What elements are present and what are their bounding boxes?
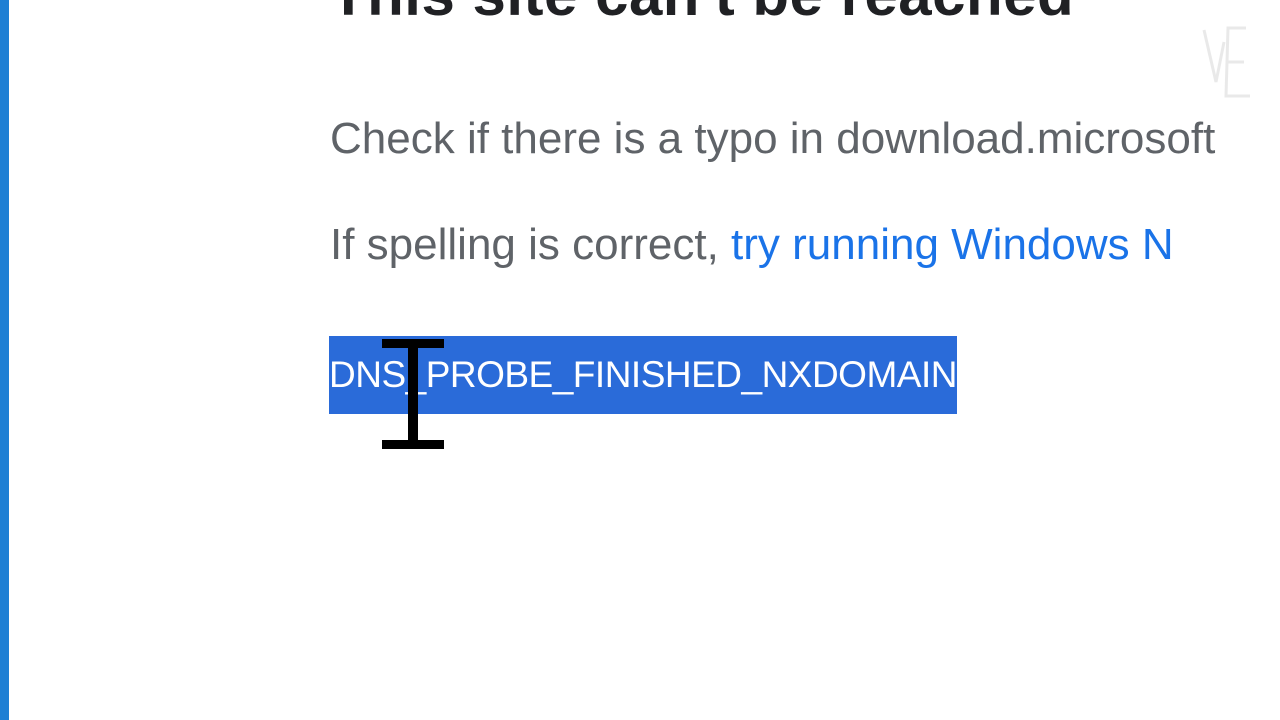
spelling-hint: If spelling is correct, try running Wind… (330, 220, 1174, 270)
text-ibeam-cursor-icon (382, 339, 444, 449)
watermark-logo-icon (1202, 26, 1250, 98)
network-diagnostics-link[interactable]: try running Windows N (731, 220, 1174, 269)
browser-error-page: This site can't be reached Check if ther… (0, 0, 1280, 720)
page-title: This site can't be reached (330, 0, 1074, 29)
typo-hint-text: Check if there is a typo in download.mic… (330, 114, 1216, 163)
window-border (0, 0, 9, 720)
spelling-hint-prefix: If spelling is correct, (330, 220, 732, 269)
